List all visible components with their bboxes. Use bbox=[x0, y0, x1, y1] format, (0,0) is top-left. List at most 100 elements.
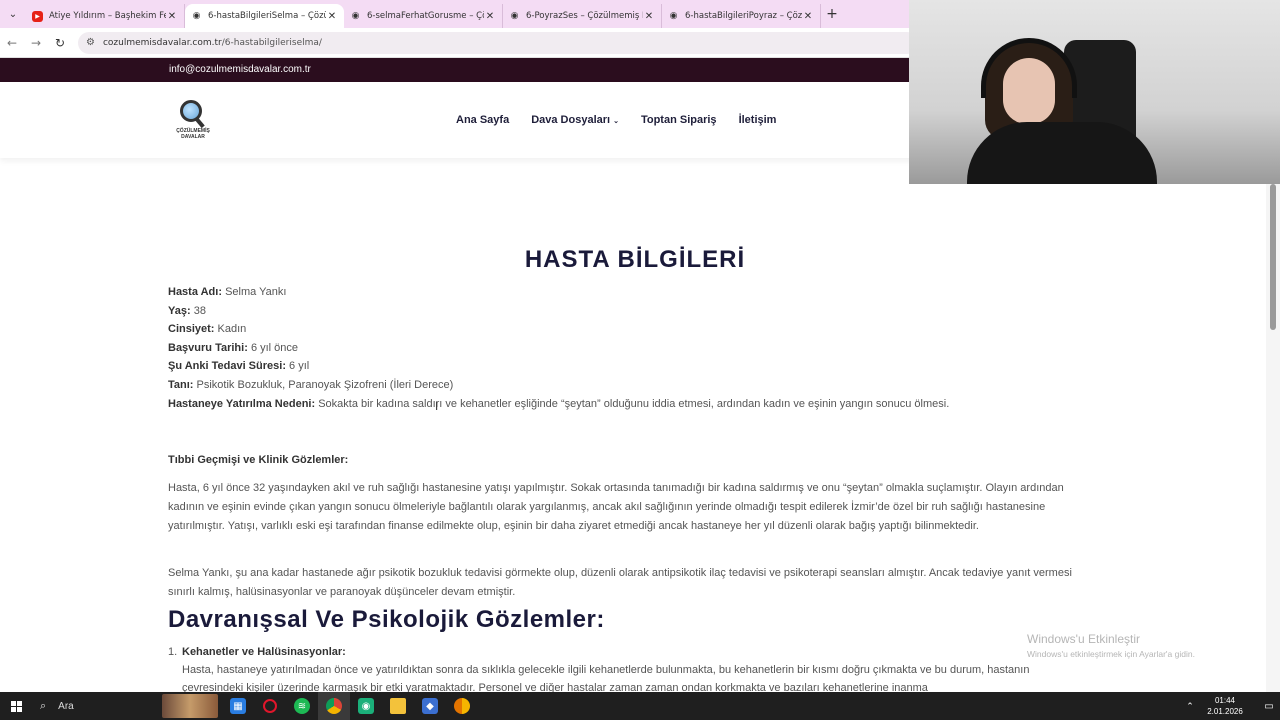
globe-icon: ◉ bbox=[351, 11, 360, 21]
field-label: Hastaneye Yatırılma Nedeni: bbox=[168, 397, 316, 410]
back-arrow-icon[interactable]: ← bbox=[0, 36, 24, 50]
page-content: HASTA BİLGİLERİ Hasta Adı: Selma Yankı Y… bbox=[0, 158, 1280, 694]
page-title: HASTA BİLGİLERİ bbox=[524, 246, 746, 273]
reload-icon[interactable]: ↻ bbox=[48, 36, 72, 50]
chevron-down-icon: ⌄ bbox=[613, 118, 619, 125]
field-value: 6 yıl önce bbox=[250, 341, 299, 354]
main-menu: Ana Sayfa Dava Dosyaları ⌄ Toptan Sipariş… bbox=[456, 114, 776, 126]
section-heading: Davranışsal Ve Psikolojik Gözlemler: bbox=[168, 606, 605, 633]
close-tab-icon[interactable]: ✕ bbox=[166, 11, 178, 22]
section-title: Tıbbi Geçmişi ve Klinik Gözlemler: bbox=[168, 454, 349, 466]
menu-item-wholesale-order[interactable]: Toptan Sipariş bbox=[641, 114, 717, 126]
clock-time: 01:44 bbox=[1214, 696, 1236, 705]
tab-title: Atiye Yıldırım – Başhekim Ferhat bbox=[49, 11, 166, 21]
chrome-icon[interactable] bbox=[318, 692, 350, 720]
browser-tab[interactable]: ◉ 6-PoyrazSes – Çözülmemiş Davalar ✕ bbox=[503, 4, 662, 28]
info-row: Hasta Adı: Selma Yankı bbox=[168, 283, 1088, 302]
menu-item-case-files[interactable]: Dava Dosyaları ⌄ bbox=[531, 114, 619, 126]
close-tab-icon[interactable]: ✕ bbox=[802, 11, 814, 22]
taskbar-search[interactable]: ⌕ Ara bbox=[32, 692, 162, 720]
magnifier-handle bbox=[195, 117, 205, 129]
windows-logo-icon bbox=[10, 700, 22, 712]
field-value: Kadın bbox=[217, 323, 247, 336]
globe-icon: ◉ bbox=[192, 11, 201, 21]
search-highlight-image[interactable] bbox=[162, 694, 218, 718]
browser-tab[interactable]: ◉ 6-selmaFerhatGorusme – Çözülmemiş ✕ bbox=[344, 4, 503, 28]
tab-title: 6-PoyrazSes – Çözülmemiş Davalar bbox=[526, 11, 643, 21]
list-item-title: Kehanetler ve Halüsinasyonlar: bbox=[182, 646, 346, 658]
logo-text: ÇÖZÜLMEMİŞ DAVALAR bbox=[176, 128, 210, 140]
globe-icon: ◉ bbox=[510, 11, 519, 21]
field-value: Selma Yankı bbox=[225, 286, 287, 298]
chevron-up-icon[interactable]: ⌃ bbox=[1180, 701, 1200, 712]
text-cursor-icon: I bbox=[435, 400, 439, 413]
browser-tab[interactable]: ▶ Atiye Yıldırım – Başhekim Ferhat ✕ bbox=[26, 4, 185, 28]
observation-list: 1. Kehanetler ve Halüsinasyonlar: Hasta, … bbox=[168, 646, 1088, 697]
search-label: Ara bbox=[58, 700, 74, 712]
info-row: Başvuru Tarihi: 6 yıl önce bbox=[168, 339, 1088, 358]
paragraph: Selma Yankı, şu ana kadar hastanede ağır… bbox=[168, 567, 1072, 598]
chat-app-icon[interactable]: ◉ bbox=[350, 692, 382, 720]
info-row: Yaş: 38 bbox=[168, 302, 1088, 321]
close-tab-icon[interactable]: ✕ bbox=[484, 11, 496, 22]
list-item: 1. Kehanetler ve Halüsinasyonlar: Hasta, … bbox=[168, 646, 1088, 697]
list-number: 1. bbox=[168, 646, 178, 658]
field-value: 6 yıl bbox=[289, 360, 310, 373]
info-row: Tanı: Psikotik Bozukluk, Paranoyak Şizof… bbox=[168, 376, 1088, 395]
globe-icon: ◉ bbox=[669, 11, 678, 21]
tab-title: 6-selmaFerhatGorusme – Çözülmemiş bbox=[367, 11, 484, 21]
spotify-icon[interactable]: ≋ bbox=[286, 692, 318, 720]
contact-email-link[interactable]: info@cozulmemisdavalar.com.tr bbox=[169, 64, 311, 75]
search-icon: ⌕ bbox=[40, 699, 47, 712]
system-tray: ⌃ 01:44 2.01.2026 ▭ bbox=[1180, 692, 1280, 720]
menu-item-label: Dava Dosyaları bbox=[531, 114, 611, 126]
start-button[interactable] bbox=[0, 692, 32, 720]
windows-activation-watermark: Windows'u Etkinleştir Windows'u etkinleş… bbox=[1027, 632, 1195, 659]
field-value: Psikotik Bozukluk, Paranoyak Şizofreni (… bbox=[196, 378, 454, 391]
vpn-app-icon[interactable]: ◆ bbox=[414, 692, 446, 720]
url-path: /6-hastabilgileriselma/ bbox=[221, 37, 322, 48]
opera-browser-icon[interactable] bbox=[254, 692, 286, 720]
watermark-subtitle: Windows'u etkinleştirmek için Ayarlar'a … bbox=[1027, 649, 1195, 659]
patient-info: Hasta Adı: Selma Yankı Yaş: 38 Cinsiyet:… bbox=[168, 283, 1088, 413]
field-label: Hasta Adı: bbox=[168, 286, 222, 298]
tab-search-chevron-icon[interactable]: ⌄ bbox=[0, 0, 26, 28]
clock-date: 2.01.2026 bbox=[1207, 707, 1243, 716]
field-label: Cinsiyet: bbox=[168, 323, 215, 336]
info-row: Cinsiyet: Kadın bbox=[168, 320, 1088, 339]
watermark-title: Windows'u Etkinleştir bbox=[1027, 632, 1140, 646]
browser-tab[interactable]: ◉ 6-hastaBilgileriPoyraz – Çözülmemiş ✕ bbox=[662, 4, 821, 28]
store-app-icon[interactable]: ▦ bbox=[222, 692, 254, 720]
tab-title: 6-hastaBilgileriSelma – Çözülmemiş bbox=[208, 11, 326, 21]
chrome-canary-icon[interactable] bbox=[446, 692, 478, 720]
new-tab-plus-icon[interactable]: + bbox=[821, 6, 843, 22]
forward-arrow-icon[interactable]: → bbox=[24, 36, 48, 50]
field-label: Başvuru Tarihi: bbox=[168, 341, 248, 354]
close-tab-icon[interactable]: ✕ bbox=[643, 11, 655, 22]
info-row: Hastaneye Yatırılma Nedeni: Sokakta bir … bbox=[168, 395, 1088, 414]
tab-title: 6-hastaBilgileriPoyraz – Çözülmemiş bbox=[685, 11, 802, 21]
file-explorer-icon[interactable] bbox=[382, 692, 414, 720]
headset-shape bbox=[981, 38, 1077, 98]
menu-item-home[interactable]: Ana Sayfa bbox=[456, 114, 509, 126]
site-logo[interactable]: ÇÖZÜLMEMİŞ DAVALAR bbox=[176, 100, 210, 144]
scrollbar-thumb[interactable] bbox=[1270, 184, 1276, 330]
menu-item-contact[interactable]: İletişim bbox=[739, 114, 777, 126]
site-info-icon[interactable]: ⚙ bbox=[86, 37, 95, 48]
taskbar-clock[interactable]: 01:44 2.01.2026 bbox=[1200, 695, 1250, 717]
field-value: Sokakta bir kadına saldırı ve kehanetler… bbox=[318, 397, 950, 410]
page-scrollbar[interactable] bbox=[1266, 158, 1280, 692]
address-bar[interactable]: ⚙ cozulmemisdavalar.com.tr/6-hastabilgil… bbox=[78, 31, 918, 54]
url-domain: cozulmemisdavalar.com.tr bbox=[102, 37, 222, 48]
close-tab-icon[interactable]: ✕ bbox=[326, 11, 338, 22]
info-row: Şu Anki Tedavi Süresi: 6 yıl bbox=[168, 357, 1088, 376]
field-label: Şu Anki Tedavi Süresi: bbox=[168, 360, 286, 373]
webcam-overlay bbox=[909, 0, 1280, 184]
youtube-icon: ▶ bbox=[32, 10, 43, 22]
notification-icon[interactable]: ▭ bbox=[1258, 701, 1280, 712]
field-label: Yaş: bbox=[168, 304, 191, 317]
browser-tab-active[interactable]: ◉ 6-hastaBilgileriSelma – Çözülmemiş ✕ bbox=[185, 4, 344, 28]
field-value: 38 bbox=[193, 304, 206, 317]
body-shape bbox=[967, 122, 1157, 184]
field-label: Tanı: bbox=[168, 378, 194, 391]
